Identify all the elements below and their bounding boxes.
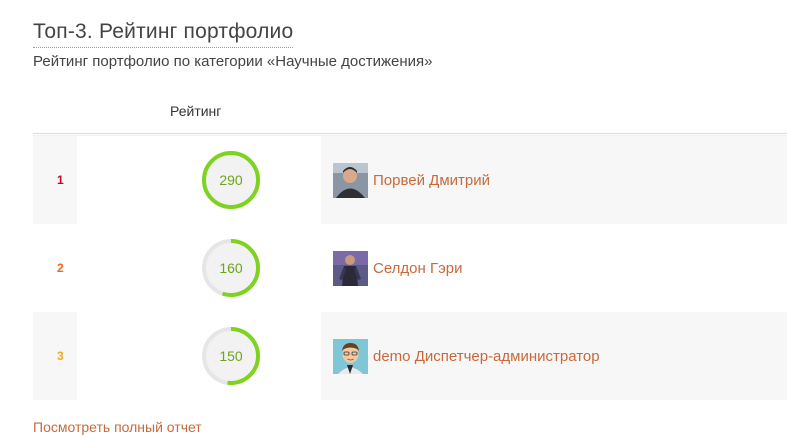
rating-cell: 290: [77, 136, 321, 224]
rank-cell: 2: [33, 224, 77, 312]
table-row: 3 150 demo Диспетчер-администратор: [33, 312, 787, 400]
table-row: 1 290 Порвей Дмитрий: [33, 136, 787, 224]
user-cell: Порвей Дмитрий: [321, 136, 787, 224]
user-cell: demo Диспетчер-администратор: [321, 312, 787, 400]
user-name-link[interactable]: demo Диспетчер-администратор: [373, 348, 600, 365]
page-title: Топ-3. Рейтинг портфолио: [33, 20, 294, 49]
page-subtitle: Рейтинг портфолио по категории «Научные …: [33, 53, 433, 70]
user-name-link[interactable]: Порвей Дмитрий: [373, 172, 490, 189]
rating-value: 150: [219, 348, 243, 364]
rating-gauge: 290: [199, 148, 263, 212]
rating-gauge: 160: [199, 236, 263, 300]
rating-column-header: Рейтинг: [170, 103, 222, 119]
user-name-link[interactable]: Селдон Гэри: [373, 260, 462, 277]
rating-cell: 150: [77, 312, 321, 400]
user-photo-icon[interactable]: [333, 163, 368, 198]
rank-cell: 3: [33, 312, 77, 400]
user-cell: Селдон Гэри: [321, 224, 787, 312]
rating-value: 160: [219, 260, 243, 276]
rank-cell: 1: [33, 136, 77, 224]
rating-gauge: 150: [199, 324, 263, 388]
user-avatar-cartoon-icon[interactable]: [333, 339, 368, 374]
rating-value: 290: [219, 172, 243, 188]
rank-number: 2: [57, 261, 64, 275]
full-report-link[interactable]: Посмотреть полный отчет: [33, 419, 202, 435]
user-photo-icon[interactable]: [333, 251, 368, 286]
rank-number: 3: [57, 349, 64, 363]
rating-cell: 160: [77, 224, 321, 312]
table-row: 2 160 Селдон Гэри: [33, 224, 787, 312]
table-header-divider: [33, 133, 787, 134]
rank-number: 1: [57, 173, 64, 187]
